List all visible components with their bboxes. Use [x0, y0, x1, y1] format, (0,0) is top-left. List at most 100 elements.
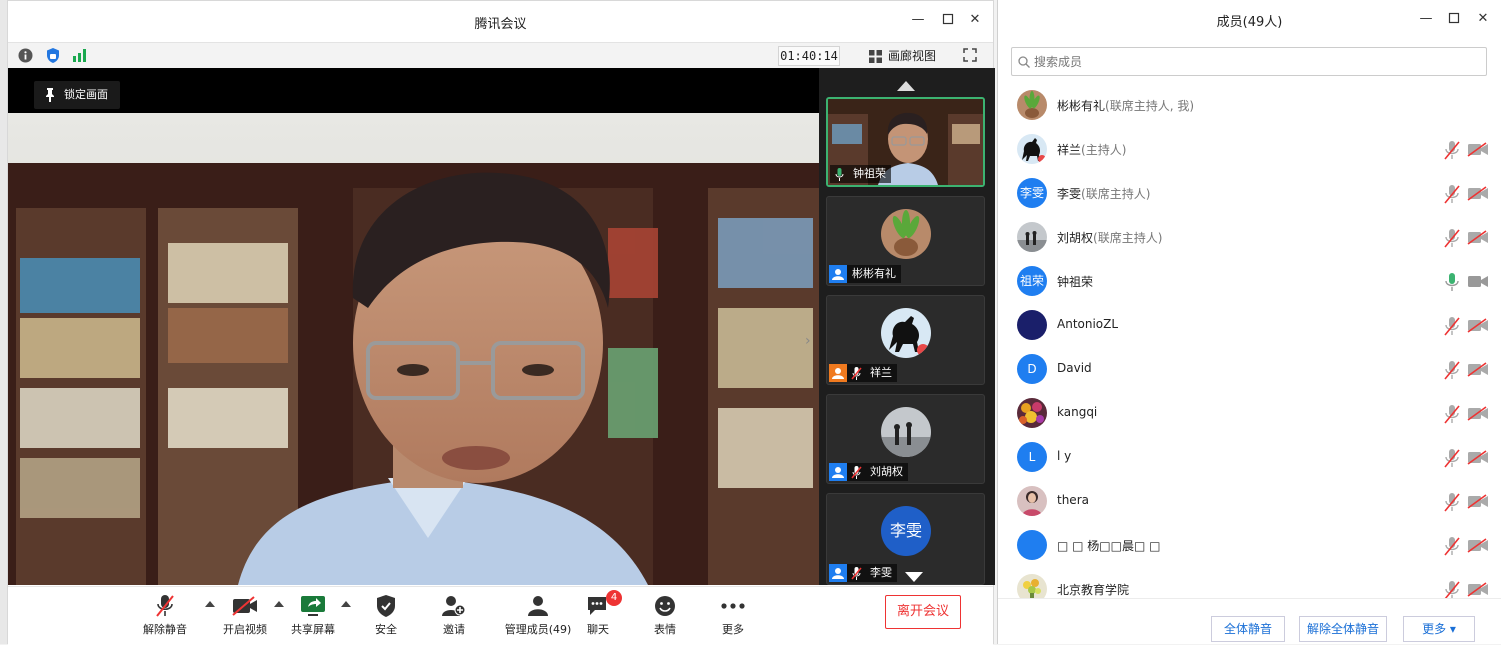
- member-search-input[interactable]: [1034, 48, 1474, 75]
- camera-off-icon[interactable]: [1467, 362, 1489, 377]
- camera-off-icon[interactable]: [1467, 230, 1489, 245]
- lock-view-label: 锁定画面: [64, 88, 108, 101]
- camera-off-icon[interactable]: [1467, 538, 1489, 553]
- camera-off-icon[interactable]: [1467, 186, 1489, 201]
- camera-off-icon[interactable]: [1467, 450, 1489, 465]
- main-video[interactable]: 锁定画面 ›: [8, 68, 819, 585]
- reactions-button[interactable]: 表情: [630, 593, 700, 637]
- unmute-button[interactable]: 解除静音: [130, 593, 200, 637]
- member-name-line: 李雯(联席主持人): [1057, 185, 1150, 202]
- maximize-icon[interactable]: [941, 13, 955, 27]
- camera-off-icon[interactable]: [1467, 494, 1489, 509]
- leave-meeting-button[interactable]: 离开会议: [885, 595, 961, 629]
- unmute-all-button[interactable]: 解除全体静音: [1299, 616, 1387, 642]
- mic-muted-icon[interactable]: [1444, 184, 1460, 204]
- member-name-line: thera: [1057, 493, 1089, 507]
- mic-muted-icon[interactable]: [1444, 228, 1460, 248]
- more-options-button[interactable]: 更多 ▾: [1403, 616, 1475, 642]
- signal-strength-icon[interactable]: [72, 49, 88, 65]
- member-row[interactable]: Ll y: [998, 435, 1498, 479]
- gallery-view-button[interactable]: 画廊视图: [862, 46, 942, 66]
- mute-all-button[interactable]: 全体静音: [1211, 616, 1285, 642]
- scroll-down-icon[interactable]: [905, 571, 923, 585]
- pin-icon: [46, 88, 54, 102]
- start-video-button[interactable]: 开启视频: [210, 593, 280, 637]
- member-row[interactable]: kangqi: [998, 391, 1498, 435]
- member-role: (联席主持人): [1081, 187, 1151, 201]
- unmute-label: 解除静音: [143, 623, 187, 636]
- mic-muted-icon: [847, 564, 865, 582]
- shield-icon[interactable]: [46, 47, 60, 67]
- speaker-video-feed: [8, 68, 819, 585]
- participant-tile[interactable]: 钟祖荣: [826, 97, 985, 187]
- fullscreen-icon[interactable]: [963, 48, 977, 65]
- camera-off-icon[interactable]: [1467, 406, 1489, 421]
- close-icon[interactable]: ✕: [968, 13, 982, 27]
- member-name: David: [1057, 361, 1092, 375]
- info-icon[interactable]: [18, 48, 33, 66]
- member-search-box: [1011, 47, 1487, 76]
- mic-muted-icon[interactable]: [1444, 360, 1460, 380]
- mic-muted-icon[interactable]: [1444, 536, 1460, 556]
- security-button[interactable]: 安全: [351, 593, 421, 637]
- participant-tile[interactable]: 彬彬有礼: [826, 196, 985, 286]
- member-name-line: 北京教育学院: [1057, 581, 1129, 598]
- avatar: [1017, 398, 1047, 428]
- participant-tile[interactable]: 刘胡权: [826, 394, 985, 484]
- member-row[interactable]: □ □ 杨□□晨□ □: [998, 523, 1498, 567]
- maximize-icon[interactable]: [1447, 12, 1461, 26]
- member-row[interactable]: 刘胡权(联席主持人): [998, 215, 1498, 259]
- camera-off-icon[interactable]: [1467, 582, 1489, 597]
- user-icon: [829, 463, 847, 481]
- avatar: [881, 308, 931, 358]
- mic-muted-icon[interactable]: [1444, 316, 1460, 336]
- avatar: L: [1017, 442, 1047, 472]
- camera-off-icon[interactable]: [1467, 142, 1489, 157]
- invite-button[interactable]: 邀请: [419, 593, 489, 637]
- participant-tile[interactable]: 祥兰: [826, 295, 985, 385]
- participant-name: 彬彬有礼: [847, 265, 901, 283]
- member-name-line: 钟祖荣: [1057, 273, 1093, 290]
- member-name: 李雯: [1057, 187, 1082, 201]
- grid-icon: [869, 50, 882, 63]
- close-icon[interactable]: ✕: [1476, 12, 1490, 26]
- more-label: 更多: [722, 623, 744, 636]
- invite-label: 邀请: [443, 623, 465, 636]
- mic-active-icon: [830, 165, 848, 183]
- mic-active-icon[interactable]: [1444, 272, 1460, 292]
- mic-muted-icon[interactable]: [1444, 140, 1460, 160]
- member-row[interactable]: 祥兰(主持人): [998, 127, 1498, 171]
- mic-muted-icon[interactable]: [1444, 448, 1460, 468]
- minimize-icon[interactable]: —: [911, 13, 925, 27]
- mic-muted-icon: [130, 593, 200, 619]
- scroll-up-icon[interactable]: [897, 80, 915, 94]
- avatar: D: [1017, 354, 1047, 384]
- member-row[interactable]: thera: [998, 479, 1498, 523]
- member-role: (联席主持人): [1093, 231, 1163, 245]
- share-options-icon[interactable]: [341, 601, 351, 607]
- member-row[interactable]: AntonioZL: [998, 303, 1498, 347]
- chat-button[interactable]: 聊天 4: [563, 590, 633, 637]
- member-row[interactable]: 祖荣 钟祖荣: [998, 259, 1498, 303]
- camera-off-icon[interactable]: [1467, 318, 1489, 333]
- reactions-label: 表情: [654, 623, 676, 636]
- member-row[interactable]: D David: [998, 347, 1498, 391]
- mic-muted-icon[interactable]: [1444, 492, 1460, 512]
- participant-name: 刘胡权: [865, 463, 908, 481]
- meeting-toolbar: 解除静音 开启视频 共享屏幕 安全 邀请 管理成员(49) 聊天 4 表情 更多…: [8, 586, 993, 645]
- mic-muted-icon[interactable]: [1444, 404, 1460, 424]
- member-name-line: 刘胡权(联席主持人): [1057, 229, 1162, 246]
- start-video-label: 开启视频: [223, 623, 267, 636]
- share-screen-button[interactable]: 共享屏幕: [278, 593, 348, 637]
- member-name-line: kangqi: [1057, 405, 1097, 419]
- camera-off-icon: [210, 593, 280, 619]
- minimize-icon[interactable]: —: [1419, 12, 1433, 26]
- member-row[interactable]: 彬彬有礼(联席主持人, 我): [998, 83, 1498, 127]
- expand-sidebar-icon[interactable]: ›: [805, 333, 811, 349]
- mic-muted-icon[interactable]: [1444, 580, 1460, 600]
- camera-icon[interactable]: [1467, 274, 1489, 289]
- member-row[interactable]: 李雯 李雯(联席主持人): [998, 171, 1498, 215]
- lock-view-button[interactable]: 锁定画面: [34, 81, 120, 109]
- member-name: AntonioZL: [1057, 317, 1119, 331]
- more-button[interactable]: 更多: [698, 593, 768, 637]
